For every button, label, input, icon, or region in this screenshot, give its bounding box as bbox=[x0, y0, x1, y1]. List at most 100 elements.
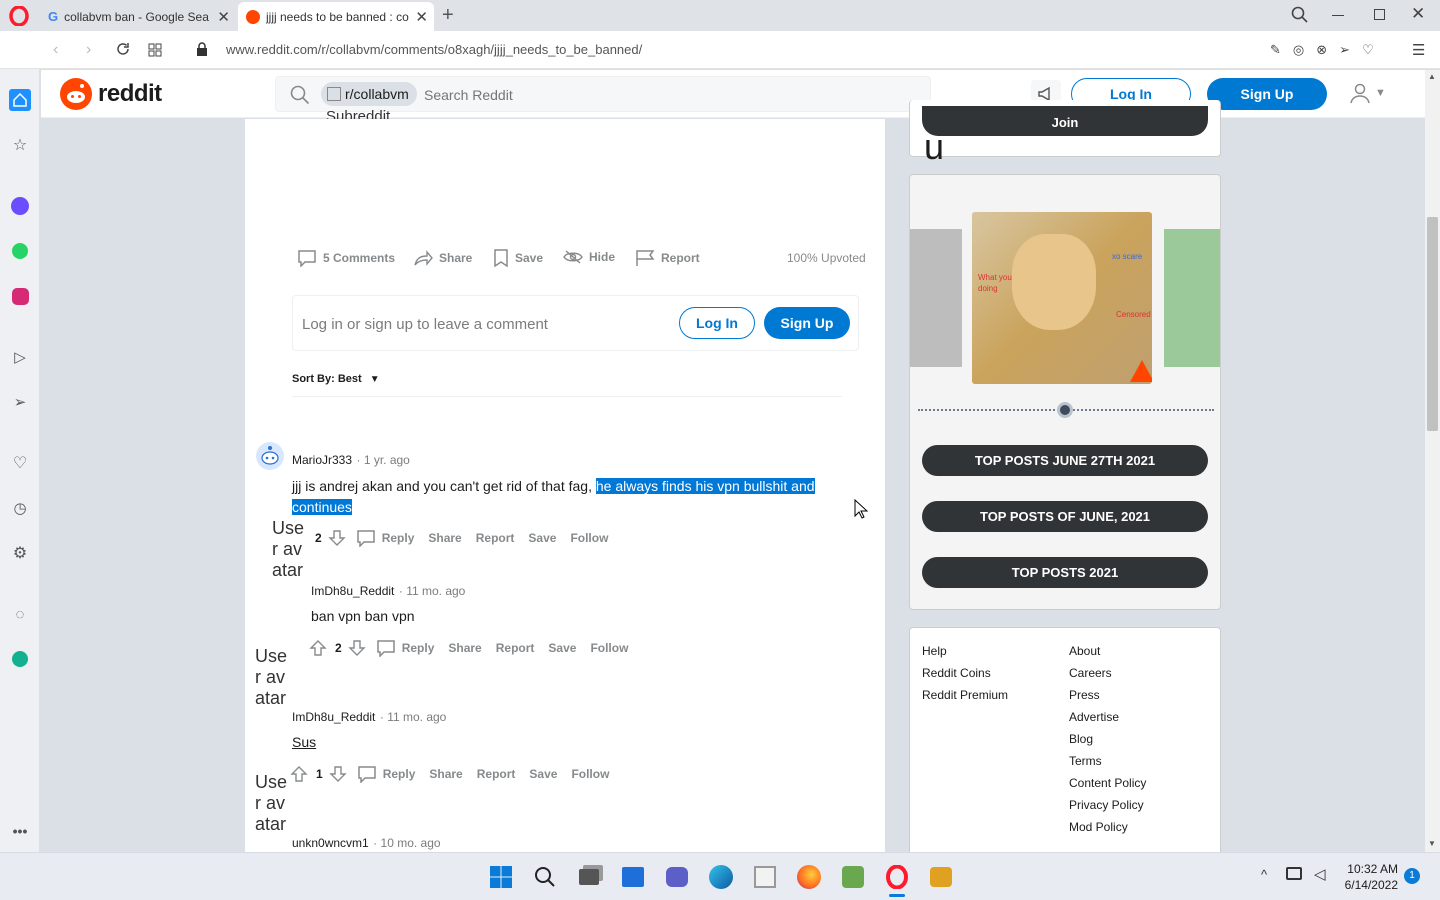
start-windows-icon[interactable] bbox=[487, 863, 515, 891]
report-button[interactable]: Report bbox=[496, 641, 535, 655]
share-button[interactable]: Share bbox=[429, 767, 462, 781]
follow-button[interactable]: Follow bbox=[570, 531, 608, 545]
opera-logo-icon[interactable] bbox=[9, 6, 29, 26]
footer-link-help[interactable]: Help bbox=[922, 644, 947, 658]
more-icon[interactable]: ••• bbox=[10, 821, 30, 841]
downvote-icon[interactable] bbox=[347, 639, 366, 657]
heart-icon[interactable]: ♡ bbox=[1362, 42, 1374, 58]
footer-link-reddit-coins[interactable]: Reddit Coins bbox=[922, 666, 991, 680]
close-icon[interactable]: ✕ bbox=[217, 8, 230, 26]
opera-taskbar-icon[interactable] bbox=[883, 863, 911, 891]
comment-time[interactable]: 11 mo. ago bbox=[406, 584, 465, 598]
player-icon[interactable]: ▷ bbox=[10, 347, 30, 367]
footer-link-blog[interactable]: Blog bbox=[1069, 732, 1093, 746]
clock[interactable]: 10:32 AM 6/14/2022 bbox=[1336, 861, 1398, 893]
scroll-up-arrow[interactable]: ▲ bbox=[1428, 72, 1436, 81]
app-icon[interactable] bbox=[839, 863, 867, 891]
save-button[interactable]: Save bbox=[528, 531, 556, 545]
network-icon[interactable] bbox=[1286, 867, 1302, 880]
store-icon[interactable] bbox=[751, 863, 779, 891]
teams-chat-icon[interactable] bbox=[663, 863, 691, 891]
easy-setup-icon[interactable]: ☰ bbox=[1412, 41, 1425, 59]
edit-icon[interactable]: ✎ bbox=[1270, 42, 1281, 58]
post-share-button[interactable]: Share bbox=[413, 249, 472, 267]
doge-meme-image[interactable]: What you doing xo scare Censored bbox=[972, 212, 1152, 384]
footer-link-privacy-policy[interactable]: Privacy Policy bbox=[1069, 798, 1144, 812]
footer-link-advertise[interactable]: Advertise bbox=[1069, 710, 1119, 724]
page-scrollbar[interactable]: ▲ ▼ bbox=[1425, 70, 1440, 852]
follow-button[interactable]: Follow bbox=[590, 641, 628, 655]
task-view-icon[interactable] bbox=[575, 863, 603, 891]
footer-link-terms[interactable]: Terms bbox=[1069, 754, 1102, 768]
history-clock-icon[interactable]: ◷ bbox=[10, 498, 30, 518]
star-icon[interactable]: ☆ bbox=[10, 135, 30, 155]
post-save-button[interactable]: Save bbox=[493, 249, 543, 267]
top-posts-year-button[interactable]: TOP POSTS 2021 bbox=[922, 557, 1208, 588]
adblock-icon[interactable]: ⊗ bbox=[1316, 42, 1327, 58]
flow-send-icon[interactable]: ➢ bbox=[10, 392, 30, 412]
scroll-down-arrow[interactable]: ▼ bbox=[1428, 839, 1436, 848]
reply-icon[interactable] bbox=[356, 529, 376, 547]
upvote-icon[interactable] bbox=[309, 639, 327, 657]
share-button[interactable]: Share bbox=[448, 641, 481, 655]
report-button[interactable]: Report bbox=[476, 531, 515, 545]
save-button[interactable]: Save bbox=[548, 641, 576, 655]
show-hidden-icons-chevron[interactable]: ^ bbox=[1261, 867, 1267, 882]
comment-time[interactable]: 11 mo. ago bbox=[387, 710, 446, 724]
footer-link-reddit-premium[interactable]: Reddit Premium bbox=[922, 688, 1008, 702]
carousel-side-image[interactable] bbox=[1164, 229, 1220, 367]
comment-author[interactable]: ImDh8u_Reddit bbox=[292, 710, 375, 724]
taskbar-search-icon[interactable] bbox=[531, 863, 559, 891]
close-window-button[interactable]: ✕ bbox=[1411, 4, 1425, 24]
community-chip[interactable]: r/collabvm bbox=[321, 82, 417, 106]
report-button[interactable]: Report bbox=[477, 767, 516, 781]
tab-google-search[interactable]: G collabvm ban - Google Sea ✕ bbox=[40, 2, 236, 31]
join-button[interactable]: Join bbox=[922, 106, 1208, 136]
favorites-heart-icon[interactable]: ♡ bbox=[10, 453, 30, 473]
avatar[interactable] bbox=[256, 442, 284, 470]
footer-link-careers[interactable]: Careers bbox=[1069, 666, 1112, 680]
search-input[interactable] bbox=[424, 85, 904, 105]
comment-author[interactable]: ImDh8u_Reddit bbox=[311, 584, 394, 598]
home-icon[interactable] bbox=[9, 89, 31, 111]
top-posts-month-button[interactable]: TOP POSTS OF JUNE, 2021 bbox=[922, 501, 1208, 532]
reload-icon[interactable] bbox=[116, 42, 130, 56]
edge-icon[interactable] bbox=[707, 863, 735, 891]
footer-link-press[interactable]: Press bbox=[1069, 688, 1100, 702]
share-button[interactable]: Share bbox=[428, 531, 461, 545]
search-bar[interactable]: r/collabvm Subreddit Icon bbox=[275, 76, 931, 141]
restore-button[interactable] bbox=[1374, 9, 1385, 20]
camera-icon[interactable]: ◎ bbox=[1293, 42, 1304, 58]
back-icon[interactable]: ‹ bbox=[53, 41, 58, 59]
lock-icon[interactable] bbox=[196, 42, 208, 56]
url-field[interactable]: www.reddit.com/r/collabvm/comments/o8xag… bbox=[226, 42, 642, 57]
reply-button[interactable]: Reply bbox=[382, 531, 415, 545]
messenger-icon[interactable] bbox=[10, 196, 30, 216]
post-report-button[interactable]: Report bbox=[635, 249, 700, 267]
user-menu[interactable]: ▼ bbox=[1349, 82, 1386, 104]
post-hide-button[interactable]: Hide bbox=[563, 249, 615, 265]
search-tabs-icon[interactable] bbox=[1291, 6, 1309, 24]
settings-gear-icon[interactable]: ⚙ bbox=[10, 543, 30, 563]
reddit-logo[interactable]: reddit bbox=[60, 78, 162, 110]
whatsapp-icon[interactable] bbox=[10, 241, 30, 261]
scrollbar-thumb[interactable] bbox=[1427, 217, 1438, 431]
reply-button[interactable]: Reply bbox=[402, 641, 435, 655]
header-signup-button[interactable]: Sign Up bbox=[1207, 78, 1327, 110]
sort-dropdown[interactable]: Sort By: Best ▼ bbox=[292, 373, 380, 385]
firefox-icon[interactable] bbox=[795, 863, 823, 891]
carousel-dot[interactable] bbox=[1057, 402, 1073, 418]
send-icon[interactable]: ➢ bbox=[1339, 42, 1350, 58]
comment-signup-button[interactable]: Sign Up bbox=[764, 307, 850, 339]
new-tab-button[interactable]: + bbox=[442, 4, 454, 27]
top-posts-day-button[interactable]: TOP POSTS JUNE 27TH 2021 bbox=[922, 445, 1208, 476]
footer-link-content-policy[interactable]: Content Policy bbox=[1069, 776, 1146, 790]
comment-time[interactable]: 1 yr. ago bbox=[364, 453, 410, 467]
notification-badge[interactable]: 1 bbox=[1404, 868, 1420, 884]
downvote-icon[interactable] bbox=[328, 765, 347, 783]
instagram-icon[interactable] bbox=[10, 286, 30, 306]
footer-link-about[interactable]: About bbox=[1069, 644, 1100, 658]
aria-icon[interactable] bbox=[10, 649, 30, 669]
minimize-button[interactable] bbox=[1332, 15, 1344, 16]
comments-button[interactable]: 5 Comments bbox=[297, 249, 395, 267]
